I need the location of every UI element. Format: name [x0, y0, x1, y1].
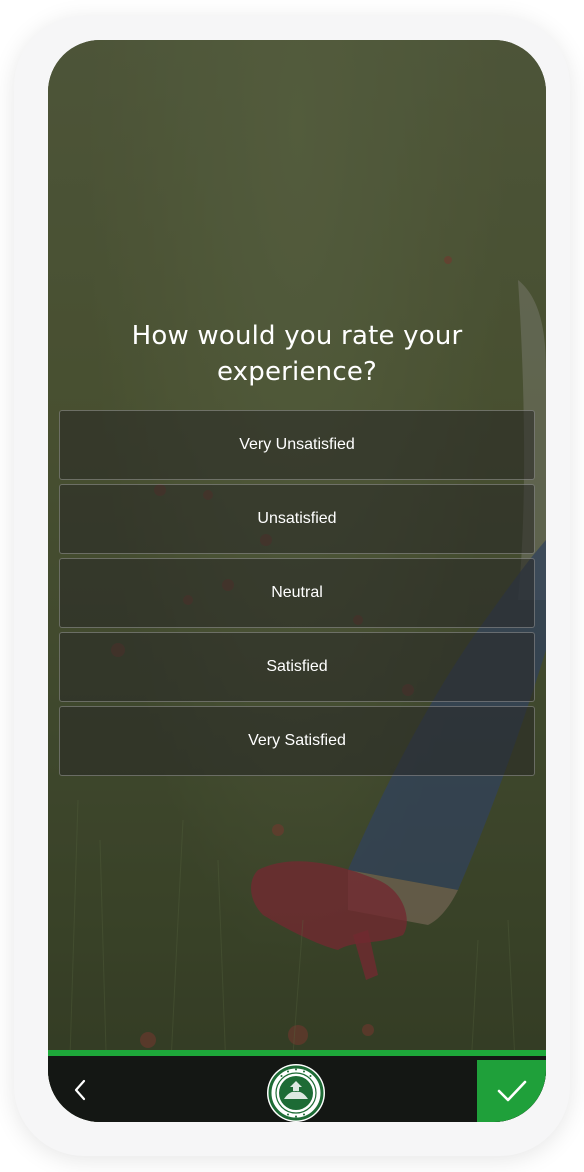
option-label: Satisfied — [266, 658, 328, 675]
option-very-unsatisfied[interactable]: Very Unsatisfied — [59, 410, 535, 480]
checkmark-icon — [497, 1080, 526, 1102]
seal-logo-icon — [266, 1063, 326, 1122]
chevron-left-icon — [74, 1079, 86, 1101]
option-very-satisfied[interactable]: Very Satisfied — [59, 706, 535, 776]
progress-bar — [48, 1050, 546, 1056]
option-label: Neutral — [271, 584, 323, 601]
back-button[interactable] — [62, 1072, 98, 1108]
submit-button[interactable] — [477, 1060, 546, 1122]
survey-screen: How would you rate your experience? Very… — [48, 40, 546, 1122]
option-satisfied[interactable]: Satisfied — [59, 632, 535, 702]
option-label: Very Satisfied — [248, 732, 346, 749]
question-text: How would you rate your experience? — [131, 321, 463, 387]
footer-bar — [48, 1050, 546, 1122]
question-title: How would you rate your experience? — [48, 318, 546, 390]
option-label: Very Unsatisfied — [239, 436, 355, 453]
option-neutral[interactable]: Neutral — [59, 558, 535, 628]
option-unsatisfied[interactable]: Unsatisfied — [59, 484, 535, 554]
rating-options: Very Unsatisfied Unsatisfied Neutral Sat… — [59, 410, 535, 780]
progress-fill — [48, 1050, 546, 1056]
option-label: Unsatisfied — [257, 510, 337, 527]
